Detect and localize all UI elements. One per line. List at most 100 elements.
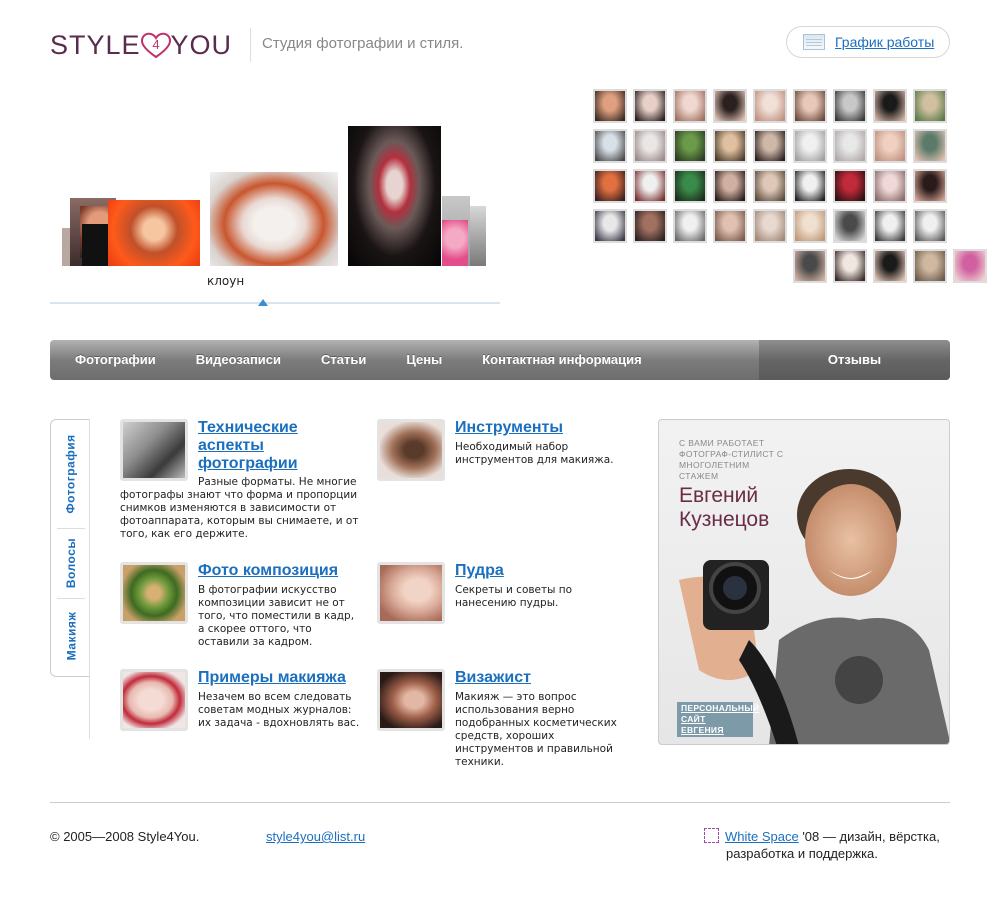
heart-icon: 4 bbox=[139, 30, 173, 60]
site-tagline: Студия фотографии и стиля. bbox=[262, 35, 464, 52]
tab-makeup-label: Макияж bbox=[64, 611, 78, 661]
thumbnail-photo[interactable] bbox=[673, 209, 707, 243]
article-title[interactable]: Пудра bbox=[455, 562, 625, 580]
article-thumbnail[interactable] bbox=[377, 419, 445, 481]
article-item: Технические аспекты фотографии Разные фо… bbox=[120, 419, 360, 549]
site-logo[interactable]: STYLE 4 YOU bbox=[50, 28, 232, 62]
nav-item-reviews[interactable]: Отзывы bbox=[759, 340, 950, 380]
article-item: Примеры макияжа Незачем во всем следоват… bbox=[120, 669, 365, 739]
nav-item-videos[interactable]: Видеозаписи bbox=[176, 340, 301, 380]
thumbnail-photo[interactable] bbox=[953, 249, 987, 283]
thumbnail-photo[interactable] bbox=[673, 129, 707, 163]
article-title[interactable]: Технические аспекты фотографии bbox=[198, 419, 328, 473]
article-title[interactable]: Фото композиция bbox=[198, 562, 368, 580]
thumbnail-photo[interactable] bbox=[753, 89, 787, 123]
carousel-photo[interactable] bbox=[442, 220, 468, 266]
thumbnail-photo[interactable] bbox=[833, 249, 867, 283]
footer-copyright: © 2005—2008 Style4You. bbox=[50, 829, 200, 844]
tab-hair-label: Волосы bbox=[64, 537, 79, 589]
schedule-button[interactable]: График работы bbox=[786, 26, 950, 58]
thumbnail-photo[interactable] bbox=[873, 129, 907, 163]
carousel-track[interactable] bbox=[50, 302, 500, 304]
thumbnail-photo[interactable] bbox=[633, 169, 667, 203]
nav-item-prices[interactable]: Цены bbox=[386, 340, 462, 380]
logo-text-left: STYLE bbox=[50, 29, 141, 60]
logo-text-right: YOU bbox=[170, 29, 233, 60]
promo-intro: С ВАМИ РАБОТАЕТ ФОТОГРАФ-СТИЛИСТ С МНОГО… bbox=[679, 438, 784, 481]
thumbnail-photo[interactable] bbox=[793, 129, 827, 163]
side-divider bbox=[89, 419, 90, 739]
carousel-photo[interactable] bbox=[82, 224, 110, 266]
article-thumbnail[interactable] bbox=[377, 562, 445, 624]
thumbnail-photo[interactable] bbox=[713, 169, 747, 203]
tab-photography[interactable]: Фотография bbox=[51, 424, 91, 524]
thumbnail-photo[interactable] bbox=[753, 129, 787, 163]
thumbnail-photo[interactable] bbox=[713, 129, 747, 163]
thumbnail-photo[interactable] bbox=[833, 129, 867, 163]
footer-divider bbox=[50, 802, 950, 803]
thumbnail-photo[interactable] bbox=[633, 89, 667, 123]
thumbnail-photo[interactable] bbox=[713, 89, 747, 123]
tab-photography-label: Фотография bbox=[64, 434, 79, 514]
thumbnail-photo[interactable] bbox=[833, 209, 867, 243]
thumbnail-photo[interactable] bbox=[673, 169, 707, 203]
white-space-link[interactable]: White Space bbox=[725, 829, 799, 844]
thumbnail-photo[interactable] bbox=[913, 249, 947, 283]
thumbnail-photo[interactable] bbox=[753, 169, 787, 203]
tab-divider bbox=[57, 598, 85, 599]
thumbnail-photo[interactable] bbox=[873, 249, 907, 283]
thumbnail-photo[interactable] bbox=[913, 209, 947, 243]
tab-makeup[interactable]: Макияж bbox=[51, 600, 91, 672]
promo-name: Евгений Кузнецов bbox=[679, 484, 770, 531]
carousel-photo[interactable] bbox=[348, 126, 441, 266]
personal-site-link[interactable]: ПЕРСОНАЛЬНЫЙ САЙТ ЕВГЕНИЯ bbox=[677, 702, 759, 737]
article-item: Инструменты Необходимый набор инструмент… bbox=[377, 419, 627, 489]
photo-carousel[interactable] bbox=[50, 120, 500, 310]
article-title[interactable]: Инструменты bbox=[455, 419, 625, 437]
thumbnail-photo[interactable] bbox=[873, 209, 907, 243]
thumbnail-photo[interactable] bbox=[873, 169, 907, 203]
thumbnail-photo[interactable] bbox=[913, 89, 947, 123]
article-title[interactable]: Визажист bbox=[455, 669, 625, 687]
thumbnail-photo[interactable] bbox=[753, 209, 787, 243]
thumbnail-photo[interactable] bbox=[593, 209, 627, 243]
thumbnail-photo[interactable] bbox=[833, 89, 867, 123]
nav-item-photos[interactable]: Фотографии bbox=[50, 340, 176, 380]
footer-credit: White Space '08 — дизайн, вёрстка, разра… bbox=[704, 828, 954, 862]
nav-item-articles[interactable]: Статьи bbox=[301, 340, 386, 380]
carousel-photo[interactable] bbox=[470, 206, 486, 266]
thumbnail-photo[interactable] bbox=[793, 89, 827, 123]
thumbnail-photo[interactable] bbox=[593, 89, 627, 123]
article-item: Пудра Секреты и советы по нанесению пудр… bbox=[377, 562, 627, 632]
article-thumbnail[interactable] bbox=[120, 669, 188, 731]
credit-text-line2: разработка и поддержка. bbox=[726, 846, 878, 861]
carousel-pointer-icon bbox=[258, 299, 268, 306]
thumbnail-photo[interactable] bbox=[913, 169, 947, 203]
nav-item-contacts[interactable]: Контактная информация bbox=[462, 340, 661, 380]
article-text: Секреты и советы по нанесению пудры. bbox=[455, 584, 573, 609]
thumbnail-photo[interactable] bbox=[633, 129, 667, 163]
main-nav: Фотографии Видеозаписи Статьи Цены Конта… bbox=[50, 340, 950, 380]
tab-hair[interactable]: Волосы bbox=[51, 530, 91, 596]
carousel-caption: клоун bbox=[207, 274, 245, 288]
carousel-photo[interactable] bbox=[108, 200, 200, 266]
credit-text: '08 — дизайн, вёрстка, bbox=[798, 829, 940, 844]
carousel-photo-active[interactable] bbox=[210, 172, 338, 266]
thumbnail-photo[interactable] bbox=[633, 209, 667, 243]
thumbnail-photo[interactable] bbox=[793, 249, 827, 283]
thumbnail-photo[interactable] bbox=[793, 209, 827, 243]
article-title[interactable]: Примеры макияжа bbox=[198, 669, 368, 687]
thumbnail-photo[interactable] bbox=[873, 89, 907, 123]
thumbnail-photo[interactable] bbox=[593, 129, 627, 163]
thumbnail-photo[interactable] bbox=[713, 209, 747, 243]
thumbnail-photo[interactable] bbox=[673, 89, 707, 123]
thumbnail-photo[interactable] bbox=[833, 169, 867, 203]
photographer-promo[interactable]: С ВАМИ РАБОТАЕТ ФОТОГРАФ-СТИЛИСТ С МНОГО… bbox=[658, 419, 950, 745]
article-text-content: Разные форматы. Не многие фотографы знаю… bbox=[120, 476, 359, 540]
thumbnail-photo[interactable] bbox=[593, 169, 627, 203]
thumbnail-photo[interactable] bbox=[793, 169, 827, 203]
article-thumbnail[interactable] bbox=[120, 419, 188, 481]
thumbnail-photo[interactable] bbox=[913, 129, 947, 163]
footer-email-link[interactable]: style4you@list.ru bbox=[266, 829, 365, 844]
side-tabs: Фотография Волосы Макияж bbox=[50, 419, 90, 677]
